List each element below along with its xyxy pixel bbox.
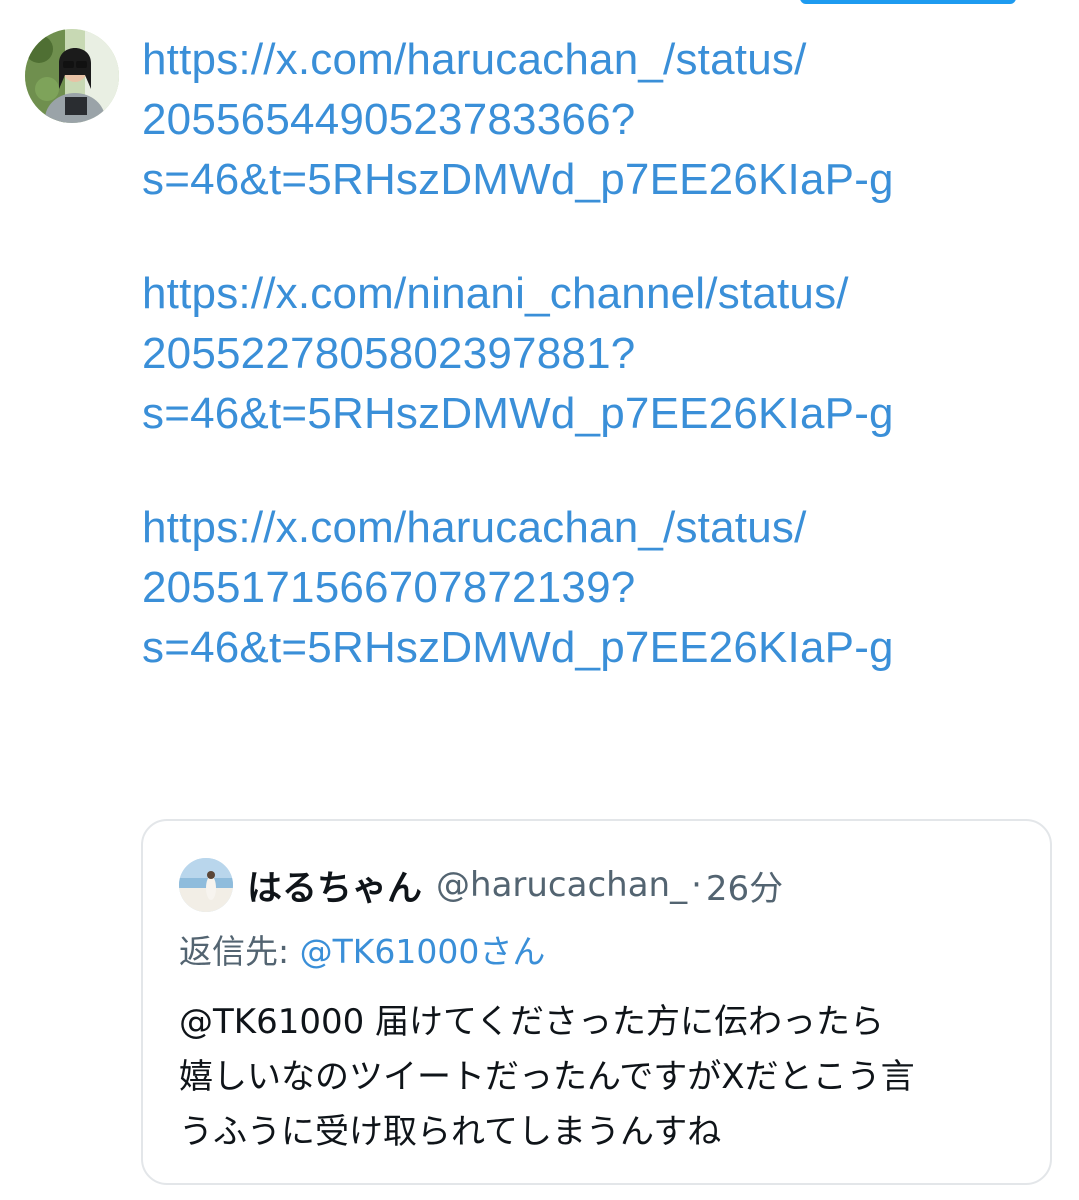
reply-context: 返信先: @TK61000さん <box>179 927 545 977</box>
link-group-3[interactable]: https://x.com/harucachan_/status/ 205517… <box>142 498 1042 678</box>
status-link-line[interactable]: 2055227805802397881? <box>142 324 1042 384</box>
quoted-tweet-body: @TK61000 届けてくださった方に伝わったら 嬉しいなのツイートだったんです… <box>179 995 1039 1160</box>
link-group-2[interactable]: https://x.com/ninani_channel/status/ 205… <box>142 264 1042 444</box>
quoted-display-name[interactable]: はるちゃん <box>247 860 422 911</box>
status-link-line[interactable]: https://x.com/harucachan_/status/ <box>142 30 1042 90</box>
separator-dot: · <box>691 865 702 905</box>
reply-mention-link[interactable]: @TK61000さん <box>300 932 546 971</box>
avatar-photo-icon <box>179 858 233 912</box>
top-button-edge[interactable] <box>800 0 1016 4</box>
link-group-1[interactable]: https://x.com/harucachan_/status/ 205565… <box>142 30 1042 210</box>
status-link-line[interactable]: 2055171566707872139? <box>142 558 1042 618</box>
quoted-tweet-header: はるちゃん @harucachan_ · 26分 <box>179 857 783 913</box>
status-link-line[interactable]: https://x.com/harucachan_/status/ <box>142 498 1042 558</box>
status-link-line[interactable]: s=46&t=5RHszDMWd_p7EE26KIaP-g <box>142 618 1042 678</box>
quoted-timestamp[interactable]: 26分 <box>706 861 783 910</box>
avatar-photo-icon <box>25 29 119 123</box>
status-link-line[interactable]: s=46&t=5RHszDMWd_p7EE26KIaP-g <box>142 384 1042 444</box>
quoted-body-line: 嬉しいなのツイートだったんですがXだとこう言 <box>179 1057 915 1097</box>
quoted-body-line: うふうに受け取られてしまうんすね <box>179 1112 722 1152</box>
status-link-line[interactable]: https://x.com/ninani_channel/status/ <box>142 264 1042 324</box>
quoted-tweet-card[interactable]: はるちゃん @harucachan_ · 26分 返信先: @TK61000さん… <box>141 819 1052 1185</box>
quoted-body-line: @TK61000 届けてくださった方に伝わったら <box>179 1002 885 1042</box>
quoted-handle[interactable]: @harucachan_ <box>436 865 687 905</box>
author-avatar[interactable] <box>25 29 119 123</box>
tweet-text: https://x.com/harucachan_/status/ 205565… <box>142 30 1042 732</box>
quoted-author-avatar[interactable] <box>179 858 233 912</box>
status-link-line[interactable]: s=46&t=5RHszDMWd_p7EE26KIaP-g <box>142 150 1042 210</box>
status-link-line[interactable]: 2055654490523783366? <box>142 90 1042 150</box>
reply-label: 返信先: <box>179 932 300 971</box>
